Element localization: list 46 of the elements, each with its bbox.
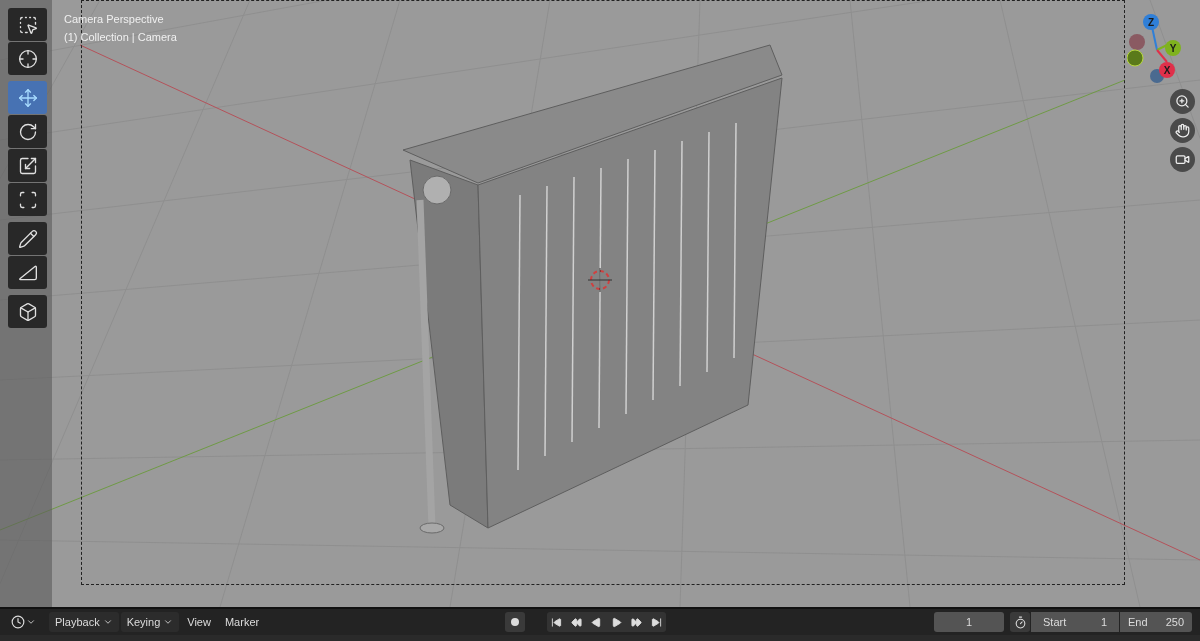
play-icon [611,616,622,628]
end-frame-field[interactable]: End 250 [1120,612,1192,632]
rotate-icon [17,121,38,142]
pencil-icon [17,228,38,249]
tool-button[interactable] [8,295,47,328]
tool-button[interactable] [8,256,47,289]
end-label: End [1128,614,1148,630]
clock-icon [11,615,25,629]
caret-icon [26,617,36,627]
stopwatch-icon [1013,615,1027,629]
cube-icon [17,301,38,322]
end-value: 250 [1165,614,1184,630]
start-value: 1 [1100,614,1107,630]
zoom-icon [1175,94,1190,109]
hand-icon [1175,123,1190,138]
scale-icon [17,155,38,176]
tool-button[interactable] [8,149,47,182]
tool-button[interactable] [8,42,47,75]
fast-forward-icon [631,616,642,628]
menu-button[interactable]: View [181,612,217,632]
tool-button[interactable] [8,183,47,216]
rewind-icon [571,616,582,628]
menu-button[interactable]: Playback [49,612,119,632]
record-button[interactable] [505,612,525,632]
caret-icon [163,617,174,627]
jump-start-icon [551,616,562,628]
3d-cursor-icon [587,267,613,293]
move-arrows-icon [17,87,38,108]
crosshair-icon [17,48,38,69]
camera-icon [1175,152,1190,167]
select-box-icon [17,14,38,35]
caret-icon [102,617,113,627]
tool-button[interactable] [8,8,47,41]
start-label: Start [1043,614,1067,630]
viewport-info-text: Camera Perspective [64,12,165,27]
transform-icon [17,189,38,210]
menu-button[interactable]: Keying [120,612,180,632]
timer-button[interactable] [1010,612,1030,632]
start-frame-field[interactable]: Start 1 [1031,612,1119,632]
play-reverse-icon [591,616,602,628]
tool-button[interactable] [8,222,47,255]
tool-button[interactable] [8,115,47,148]
viewport-info-text: (1) Collection | Camera [64,30,177,45]
jump-end-icon [651,616,662,628]
current-frame-field[interactable]: 1 [934,612,1004,632]
menu-button[interactable]: Marker [218,612,266,632]
